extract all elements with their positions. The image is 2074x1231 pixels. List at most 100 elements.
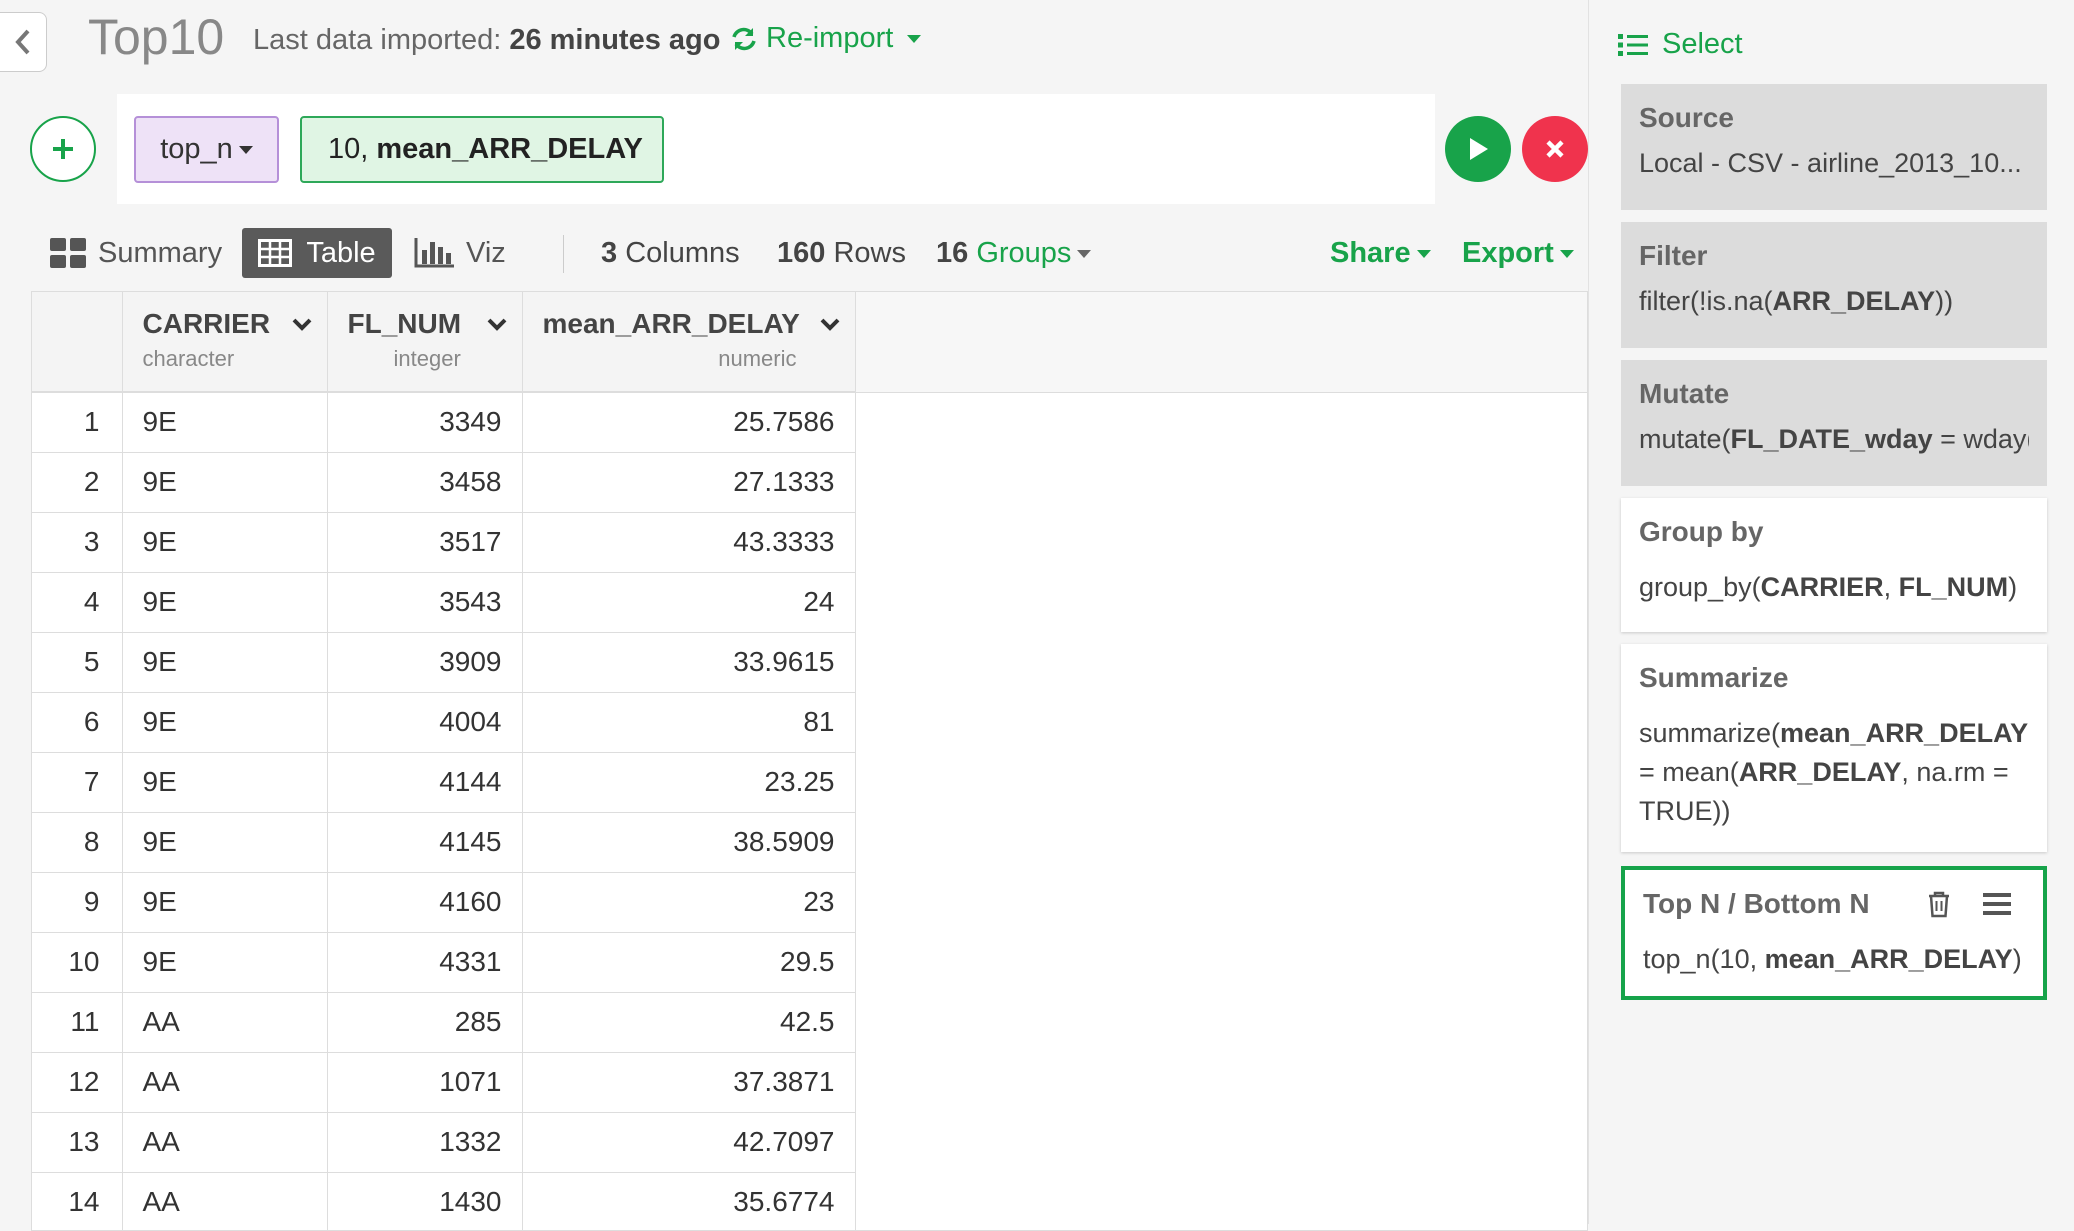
- data-grid: CARRIER character FL_NUM integer mean_AR…: [32, 292, 856, 1230]
- step-body: summarize(mean_ARR_DELAY = mean(ARR_DELA…: [1639, 714, 2029, 831]
- group-count-value: 16: [936, 237, 969, 269]
- group-count-label: Groups: [976, 237, 1072, 269]
- table-row: 2 9E 3458 27.1333: [32, 452, 856, 513]
- tab-viz-label: Viz: [466, 236, 506, 269]
- menu-icon[interactable]: [1983, 892, 2011, 916]
- cell-fl-num: 1071: [327, 1052, 523, 1113]
- row-count-value: 160: [777, 237, 826, 269]
- step-body: group_by(CARRIER, FL_NUM): [1639, 568, 2029, 607]
- cell-mean-arr-delay: 23.25: [522, 752, 856, 813]
- cell-carrier: AA: [122, 1112, 328, 1173]
- groups-dropdown[interactable]: 16 Groups: [936, 237, 1092, 270]
- row-number: 7: [32, 752, 123, 813]
- column-count-label: Columns: [625, 237, 740, 269]
- row-number: 14: [32, 1172, 123, 1230]
- share-button[interactable]: Share: [1330, 237, 1431, 270]
- row-number: 5: [32, 632, 123, 693]
- cell-mean-arr-delay: 33.9615: [522, 632, 856, 693]
- step-code: ): [2008, 572, 2018, 602]
- cell-mean-arr-delay: 27.1333: [522, 452, 856, 513]
- cell-mean-arr-delay: 24: [522, 572, 856, 633]
- cell-carrier: 9E: [122, 872, 328, 933]
- cell-mean-arr-delay: 25.7586: [522, 392, 856, 453]
- summary-grid-icon: [50, 238, 86, 268]
- reimport-button[interactable]: Re-import: [730, 22, 922, 55]
- row-number: 9: [32, 872, 123, 933]
- step-code: ): [2012, 944, 2022, 974]
- row-count: 160 Rows: [777, 237, 906, 270]
- cell-carrier: 9E: [122, 632, 328, 693]
- step-mutate[interactable]: Mutate mutate(FL_DATE_wday = wday(: [1621, 360, 2047, 486]
- column-type: integer: [393, 346, 461, 371]
- function-token[interactable]: top_n: [134, 116, 279, 183]
- step-code: ,: [1883, 572, 1899, 602]
- caret-down-icon: [1416, 250, 1431, 259]
- column-type: character: [142, 346, 235, 371]
- column-header-mean-arr-delay[interactable]: mean_ARR_DELAY numeric: [522, 292, 856, 393]
- chevron-down-icon[interactable]: [291, 316, 313, 332]
- step-body: top_n(10, mean_ARR_DELAY): [1643, 940, 2025, 979]
- cell-carrier: 9E: [122, 692, 328, 753]
- column-type: numeric: [718, 346, 797, 371]
- step-group-by[interactable]: Group by group_by(CARRIER, FL_NUM): [1621, 498, 2047, 632]
- back-button[interactable]: [0, 12, 47, 72]
- export-label: Export: [1462, 237, 1554, 269]
- step-body: filter(!is.na(ARR_DELAY)): [1639, 282, 2029, 321]
- argument-token[interactable]: 10, mean_ARR_DELAY: [300, 116, 664, 183]
- tab-summary[interactable]: Summary: [50, 228, 222, 278]
- cell-carrier: 9E: [122, 812, 328, 873]
- table-row: 12 AA 1071 37.3871: [32, 1052, 856, 1113]
- argument-prefix: 10,: [328, 133, 369, 165]
- trash-icon[interactable]: [1927, 890, 1951, 918]
- data-table: CARRIER character FL_NUM integer mean_AR…: [31, 291, 1588, 1231]
- cell-fl-num: 4144: [327, 752, 523, 813]
- cell-carrier: 9E: [122, 752, 328, 813]
- step-filter[interactable]: Filter filter(!is.na(ARR_DELAY)): [1621, 222, 2047, 348]
- run-button[interactable]: [1445, 116, 1511, 182]
- cell-carrier: AA: [122, 1172, 328, 1230]
- step-code: )): [1935, 286, 1954, 316]
- step-top-n[interactable]: Top N / Bottom N top_n(10, mean_ARR_DELA…: [1621, 866, 2047, 1000]
- cell-carrier: 9E: [122, 572, 328, 633]
- cell-fl-num: 3909: [327, 632, 523, 693]
- chevron-left-icon: [15, 29, 30, 55]
- function-token-label: top_n: [160, 133, 233, 165]
- row-number: 11: [32, 992, 123, 1053]
- column-name: mean_ARR_DELAY: [542, 308, 800, 339]
- table-row: 14 AA 1430 35.6774: [32, 1172, 856, 1230]
- table-row: 8 9E 4145 38.5909: [32, 812, 856, 873]
- step-source[interactable]: Source Local - CSV - airline_2013_10...: [1621, 84, 2047, 210]
- last-import-status: Last data imported: 26 minutes ago: [253, 24, 720, 57]
- table-icon: [258, 239, 293, 267]
- select-label: Select: [1662, 28, 1743, 60]
- cell-fl-num: 285: [327, 992, 523, 1053]
- cancel-button[interactable]: [1522, 116, 1588, 182]
- column-count-value: 3: [601, 237, 618, 269]
- step-body: mutate(FL_DATE_wday = wday(: [1639, 420, 2029, 459]
- step-title: Mutate: [1639, 378, 1730, 409]
- argument-column: mean_ARR_DELAY: [376, 133, 643, 165]
- step-summarize[interactable]: Summarize summarize(mean_ARR_DELAY = mea…: [1621, 644, 2047, 852]
- step-title: Filter: [1639, 240, 1708, 271]
- row-number: 2: [32, 452, 123, 513]
- table-row: 6 9E 4004 81: [32, 692, 856, 753]
- column-header-fl-num[interactable]: FL_NUM integer: [327, 292, 523, 393]
- tab-viz[interactable]: Viz: [414, 228, 506, 278]
- caret-down-icon: [1077, 250, 1092, 259]
- panel-divider: [1588, 0, 1589, 1224]
- column-header-carrier[interactable]: CARRIER character: [122, 292, 328, 393]
- cell-fl-num: 4160: [327, 872, 523, 933]
- cell-carrier: 9E: [122, 512, 328, 573]
- select-steps-button[interactable]: Select: [1618, 28, 1743, 61]
- step-code: filter(!is.na(: [1639, 286, 1773, 316]
- cell-carrier: AA: [122, 1052, 328, 1113]
- chevron-down-icon[interactable]: [819, 316, 841, 332]
- caret-down-icon: [238, 145, 253, 154]
- export-button[interactable]: Export: [1462, 237, 1574, 270]
- add-step-button[interactable]: [30, 116, 96, 182]
- chevron-down-icon[interactable]: [486, 316, 508, 332]
- tab-table[interactable]: Table: [242, 228, 392, 278]
- tab-table-label: Table: [306, 236, 376, 269]
- page-title: Top10: [88, 9, 225, 65]
- play-icon: [1470, 138, 1488, 160]
